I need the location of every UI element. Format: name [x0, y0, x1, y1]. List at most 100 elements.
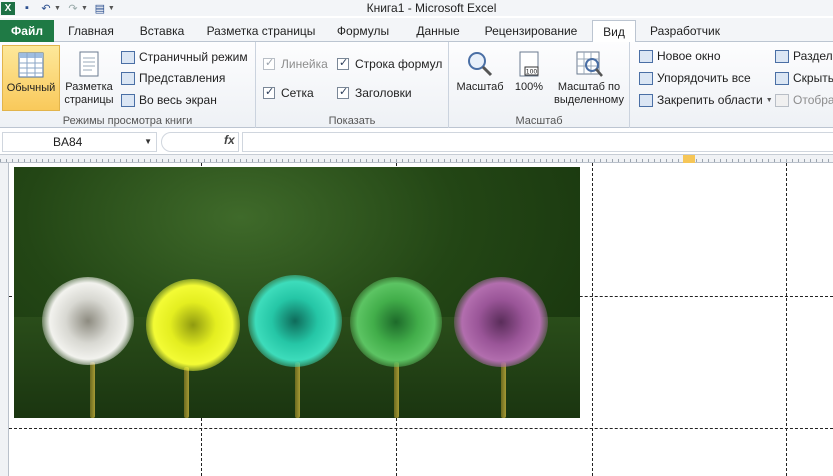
full-screen-label: Во весь экран — [139, 93, 217, 107]
unhide-button[interactable]: Отобра — [775, 91, 833, 109]
headings-label: Заголовки — [355, 86, 412, 100]
full-screen-button[interactable]: Во весь экран — [121, 91, 217, 109]
title-bar: X ▪ ↶ ▼ ↷ ▼ ▤ ▼ Книга1 - Microsoft Excel — [0, 0, 833, 16]
horizontal-ruler — [0, 155, 833, 163]
split-button[interactable]: Раздели — [775, 47, 833, 65]
new-window-icon — [639, 49, 653, 63]
zoom-100-icon: 100 — [519, 51, 539, 77]
custom-views-label: Представления — [139, 71, 226, 85]
tab-view[interactable]: Вид — [592, 20, 636, 43]
normal-view-button[interactable]: Обычный — [2, 45, 60, 111]
zoom-to-selection-button[interactable]: Масштаб по выделенному — [551, 45, 627, 111]
headings-checkbox[interactable]: Заголовки — [337, 84, 412, 102]
ruler-label: Линейка — [281, 57, 328, 71]
page-layout-label: Разметка страницы — [64, 81, 114, 106]
name-box-dropdown-icon[interactable]: ▼ — [144, 133, 152, 151]
ruler-position-marker — [683, 155, 695, 163]
split-label: Раздели — [793, 49, 833, 63]
zoom-selection-icon — [576, 51, 603, 77]
purple-dandelion — [454, 277, 548, 367]
formula-bar-check-icon — [337, 56, 349, 70]
page-break-preview-button[interactable]: Страничный режим — [121, 48, 248, 66]
freeze-panes-icon — [639, 93, 653, 107]
gridlines-check-icon — [263, 85, 275, 99]
ruler-check-icon — [263, 56, 275, 70]
group-workbook-views: Обычный Разметка страницы Страничный реж… — [0, 42, 256, 128]
vertical-ruler — [0, 163, 9, 476]
unhide-label: Отобра — [793, 93, 833, 107]
insert-function-icon[interactable]: fx — [224, 133, 235, 147]
svg-text:100: 100 — [526, 69, 538, 76]
tab-home[interactable]: Главная — [60, 20, 122, 42]
zoom-100-button[interactable]: 100 100% — [509, 45, 549, 111]
page-break-line — [786, 163, 787, 476]
worksheet-area[interactable] — [0, 155, 833, 476]
inserted-picture-dandelions[interactable] — [14, 167, 580, 418]
freeze-panes-label: Закрепить области — [657, 93, 763, 107]
normal-view-icon — [18, 52, 44, 78]
name-box-value: BA84 — [53, 135, 83, 149]
zoom-group-label: Масштаб — [515, 115, 563, 127]
white-dandelion — [42, 277, 134, 365]
freeze-panes-button[interactable]: Закрепить области ▼ — [639, 91, 773, 109]
window-title: Книга1 - Microsoft Excel — [366, 1, 497, 15]
tab-page-layout[interactable]: Разметка страницы — [202, 20, 320, 42]
page-layout-view-button[interactable]: Разметка страницы — [61, 45, 117, 111]
new-window-label: Новое окно — [657, 49, 721, 63]
tab-review[interactable]: Рецензирование — [478, 20, 584, 42]
zoom-selection-label: Масштаб по выделенному — [554, 81, 624, 106]
tab-file[interactable]: Файл — [0, 20, 54, 42]
tab-data[interactable]: Данные — [406, 20, 470, 42]
dandelion-stem — [295, 362, 300, 418]
dandelion-stem — [90, 362, 95, 418]
dandelion-stem — [184, 367, 189, 418]
show-group-label: Показать — [328, 115, 376, 127]
group-window: Новое окно Упорядочить все Закрепить обл… — [630, 42, 833, 128]
gridlines-checkbox[interactable]: Сетка — [263, 84, 314, 102]
zoom-100-label: 100% — [514, 81, 544, 93]
custom-views-button[interactable]: Представления — [121, 69, 225, 87]
zoom-button[interactable]: Масштаб — [453, 45, 507, 111]
green-dandelion — [350, 277, 442, 367]
tab-formulas[interactable]: Формулы — [326, 20, 400, 42]
normal-view-label: Обычный — [6, 82, 56, 94]
page-layout-icon — [79, 51, 99, 77]
new-window-button[interactable]: Новое окно — [639, 47, 721, 65]
hide-icon — [775, 71, 789, 85]
headings-check-icon — [337, 85, 349, 99]
zoom-label: Масштаб — [456, 81, 504, 93]
ribbon: Обычный Разметка страницы Страничный реж… — [0, 42, 833, 128]
group-zoom: Масштаб 100 100% Масштаб по выделенному … — [449, 42, 630, 128]
group-show: Линейка Строка формул Сетка Заголовки По… — [256, 42, 449, 128]
freeze-panes-dropdown-icon: ▼ — [765, 96, 773, 104]
formula-bar-checkbox[interactable]: Строка формул — [337, 55, 442, 73]
ruler-checkbox[interactable]: Линейка — [263, 55, 328, 73]
page-break-icon — [121, 50, 135, 64]
page-break-line — [592, 163, 593, 476]
dandelion-stem — [394, 362, 399, 418]
page-break-line — [9, 428, 833, 429]
hide-button[interactable]: Скрыть — [775, 69, 833, 87]
hide-label: Скрыть — [793, 71, 833, 85]
page-break-label: Страничный режим — [139, 50, 248, 64]
split-icon — [775, 49, 789, 63]
arrange-all-button[interactable]: Упорядочить все — [639, 69, 751, 87]
custom-views-icon — [121, 71, 135, 85]
formula-bar-label: Строка формул — [355, 57, 443, 71]
formula-bar: BA84 ▼ fx — [0, 129, 833, 155]
name-box[interactable]: BA84 ▼ — [2, 132, 157, 152]
full-screen-icon — [121, 93, 135, 107]
yellow-dandelion — [146, 279, 240, 371]
tab-developer[interactable]: Разработчик — [642, 20, 728, 42]
gridlines-label: Сетка — [281, 86, 314, 100]
tab-insert[interactable]: Вставка — [126, 20, 198, 42]
formula-input[interactable] — [242, 132, 833, 152]
unhide-icon — [775, 93, 789, 107]
teal-dandelion — [248, 275, 342, 367]
views-group-label: Режимы просмотра книги — [62, 115, 193, 127]
arrange-all-label: Упорядочить все — [657, 71, 751, 85]
arrange-all-icon — [639, 71, 653, 85]
magnifier-icon — [468, 52, 493, 77]
ribbon-tabs: Файл Главная Вставка Разметка страницы Ф… — [0, 18, 833, 43]
dandelion-stem — [501, 362, 506, 418]
